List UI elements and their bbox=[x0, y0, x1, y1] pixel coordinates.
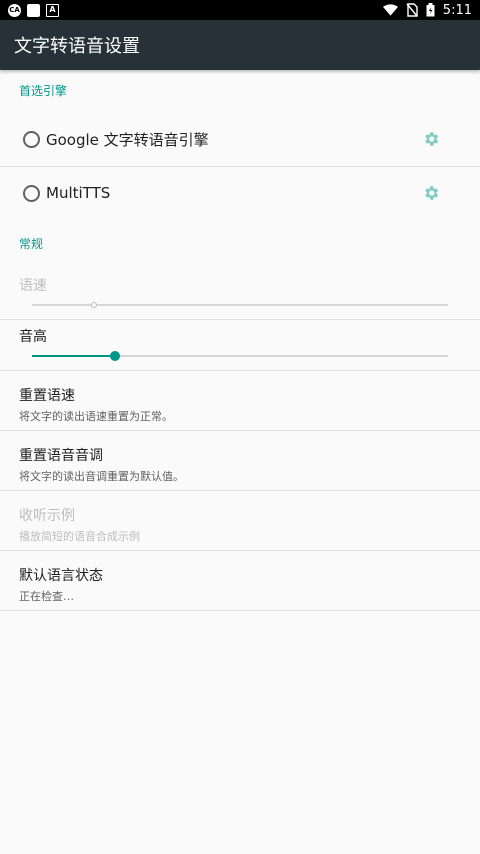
engine-label: Google 文字转语音引擎 bbox=[46, 130, 209, 149]
clock: 5:11 bbox=[442, 2, 472, 18]
gear-icon[interactable] bbox=[422, 184, 440, 202]
a-icon: A bbox=[46, 3, 59, 17]
slider-thumb bbox=[91, 302, 98, 308]
engine-google[interactable]: Google 文字转语音引擎 bbox=[0, 112, 480, 166]
page-title: 文字转语音设置 bbox=[14, 36, 140, 57]
wifi-icon bbox=[382, 4, 398, 16]
speech-rate-slider: 语速 bbox=[0, 269, 480, 319]
reset-speech-rate[interactable]: 重置语速 将文字的读出语速重置为正常。 bbox=[0, 371, 480, 430]
pitch-title: 音高 bbox=[19, 329, 47, 345]
slider-track bbox=[32, 302, 448, 308]
pref-title: 重置语速 bbox=[19, 388, 75, 404]
slider-thumb[interactable] bbox=[110, 351, 121, 361]
app-bar: 文字转语音设置 bbox=[0, 20, 480, 70]
square-icon bbox=[27, 3, 40, 17]
pref-title: 收听示例 bbox=[19, 508, 75, 524]
pref-summary: 播放简短的语音合成示例 bbox=[19, 530, 140, 543]
radio-button[interactable] bbox=[23, 130, 40, 148]
pref-title: 重置语音音调 bbox=[19, 448, 103, 464]
engine-multitts[interactable]: MultiTTS bbox=[0, 167, 480, 219]
status-left-icons: CA A bbox=[8, 3, 59, 17]
pref-title: 默认语言状态 bbox=[19, 568, 103, 584]
status-bar: CA A 5:11 bbox=[0, 0, 480, 20]
status-right-icons: 5:11 bbox=[382, 2, 472, 18]
radio-button[interactable] bbox=[23, 184, 40, 202]
settings-list: 首选引擎 Google 文字转语音引擎 MultiTTS 常规 语速 音高 重置… bbox=[0, 70, 480, 611]
pref-summary: 正在检查… bbox=[19, 590, 74, 603]
slider-fill bbox=[32, 355, 116, 357]
gear-icon[interactable] bbox=[422, 130, 440, 148]
pref-summary: 将文字的读出语速重置为正常。 bbox=[19, 410, 173, 423]
no-sim-icon bbox=[406, 3, 418, 17]
reset-pitch[interactable]: 重置语音音调 将文字的读出音调重置为默认值。 bbox=[0, 431, 480, 490]
pitch-slider[interactable]: 音高 bbox=[0, 320, 480, 370]
ca-icon: CA bbox=[8, 3, 21, 17]
divider bbox=[0, 610, 480, 611]
speech-rate-title: 语速 bbox=[19, 278, 47, 294]
listen-example: 收听示例 播放简短的语音合成示例 bbox=[0, 491, 480, 550]
engine-label: MultiTTS bbox=[46, 184, 111, 202]
category-preferred-engine: 首选引擎 bbox=[19, 84, 68, 98]
battery-icon bbox=[426, 3, 435, 17]
category-general: 常规 bbox=[19, 237, 44, 251]
default-language-status[interactable]: 默认语言状态 正在检查… bbox=[0, 551, 480, 610]
slider-track[interactable] bbox=[32, 351, 448, 361]
pref-summary: 将文字的读出音调重置为默认值。 bbox=[19, 470, 184, 483]
